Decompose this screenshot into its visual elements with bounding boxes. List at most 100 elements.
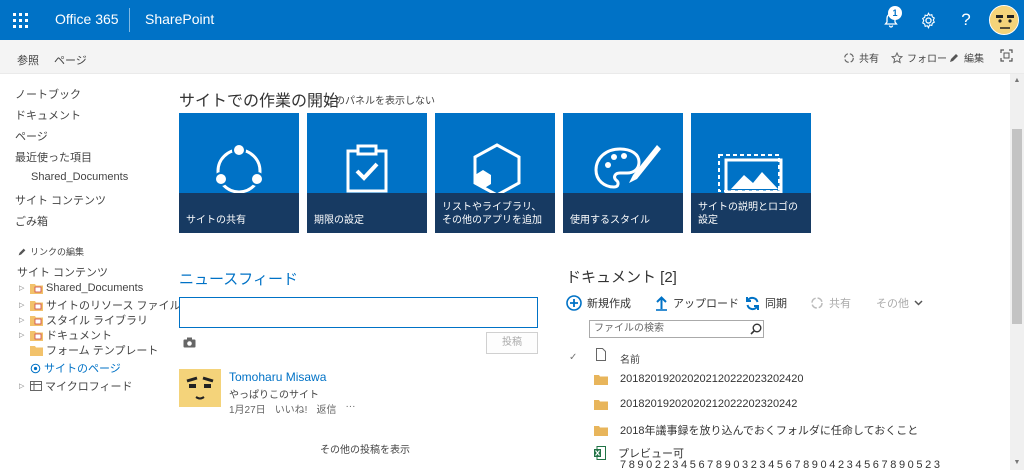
sync-button[interactable]: 同期 [745, 295, 787, 311]
search-icon[interactable] [750, 322, 762, 340]
edit-links-label: リンクの編集 [30, 247, 85, 257]
library-folder-icon [30, 330, 43, 341]
tile-share-site[interactable]: サイトの共有 [179, 113, 299, 233]
more-actions-button[interactable]: その他 [876, 295, 923, 311]
expand-arrow-icon[interactable]: ▷ [19, 382, 27, 390]
like-link[interactable]: いいね! [275, 401, 308, 416]
nav-recycle-bin[interactable]: ごみ箱 [15, 213, 48, 229]
edit-label: 編集 [964, 54, 984, 65]
select-all-checkmark-icon[interactable]: ✓ [569, 352, 577, 363]
post-button[interactable]: 投稿 [486, 332, 538, 354]
tree-item-shared-documents[interactable]: ▷ Shared_Documents [19, 282, 143, 294]
newsfeed-title[interactable]: ニュースフィード [179, 268, 298, 289]
hide-panel-link[interactable]: このパネルを表示しない [325, 92, 435, 107]
star-icon [891, 51, 903, 63]
tree-item-documents[interactable]: ▷ ドキュメント [19, 327, 112, 343]
expand-arrow-icon[interactable]: ▷ [19, 316, 27, 324]
upload-icon [656, 295, 667, 311]
share-button[interactable]: 共有 [843, 50, 879, 65]
reply-link[interactable]: 返信 [316, 401, 336, 416]
follow-button[interactable]: フォロー [891, 50, 947, 65]
file-search-input[interactable]: ファイルの検索 [589, 320, 764, 338]
tree-item-style-library[interactable]: ▷ スタイル ライブラリ [19, 312, 148, 328]
post-author-avatar[interactable] [179, 369, 221, 407]
tile-label: リストやライブラリ、その他のアプリを追加 [442, 202, 542, 226]
app-launcher-icon[interactable] [0, 0, 40, 40]
nav-site-contents[interactable]: サイト コンテンツ [15, 192, 106, 208]
column-header-name[interactable]: 名前 [620, 351, 640, 366]
tile-label: サイトの共有 [186, 215, 246, 226]
image-icon [718, 154, 783, 193]
expand-arrow-icon[interactable]: ▷ [19, 331, 27, 339]
share-icon [811, 297, 823, 309]
edit-links-button[interactable]: リンクの編集 [17, 245, 84, 258]
follow-label: フォロー [907, 54, 947, 65]
expand-arrow-icon[interactable]: ▷ [19, 301, 27, 309]
tree-item-site-resources[interactable]: ▷ サイトのリソース ファイル [19, 297, 181, 313]
gear-icon[interactable] [911, 0, 945, 40]
post-author-name[interactable]: Tomoharu Misawa [229, 370, 326, 384]
document-row[interactable]: 2018201920202021202220232024​20 [594, 373, 804, 385]
document-name[interactable]: 20182019202020212022202320242 [620, 398, 797, 410]
show-more-posts-link[interactable]: その他の投稿を表示 [320, 441, 410, 456]
library-folder-icon [30, 283, 43, 294]
scrollbar-thumb[interactable] [1012, 129, 1022, 324]
document-share-label: 共有 [829, 298, 851, 310]
document-name[interactable]: 2018201920202021202220232024​20 [620, 373, 804, 385]
folder-icon [594, 399, 608, 410]
newsfeed-post-input[interactable] [179, 297, 538, 328]
office365-link[interactable]: Office 365 [55, 11, 119, 27]
chevron-down-icon [914, 300, 923, 306]
sync-icon [746, 296, 759, 310]
document-name[interactable]: 2018年議事録を放り込んでおくフォルダに任命しておくこと [620, 422, 918, 438]
document-share-button[interactable]: 共有 [810, 295, 851, 311]
page-scrollbar[interactable]: ▲ ▼ [1010, 74, 1024, 470]
help-icon[interactable]: ? [949, 0, 983, 40]
nav-documents[interactable]: ドキュメント [15, 107, 81, 123]
tile-band [179, 193, 299, 233]
help-label: ? [961, 10, 971, 29]
tile-band [307, 193, 427, 233]
post-date[interactable]: 1月27日 [229, 401, 266, 416]
expand-arrow-icon[interactable]: ▷ [19, 284, 27, 292]
post-meta: 1月27日 いいね! 返信 ··· [229, 401, 355, 416]
folder-icon [594, 374, 608, 385]
tile-set-deadline[interactable]: 期限の設定 [307, 113, 427, 233]
brand-divider [129, 8, 130, 32]
tree-heading[interactable]: サイト コンテンツ [17, 264, 108, 280]
library-folder-icon [30, 315, 43, 326]
tree-item-form-templates[interactable]: フォーム テンプレート [30, 342, 158, 358]
share-icon [844, 52, 854, 63]
user-avatar[interactable] [989, 5, 1019, 35]
notification-badge: 1 [888, 6, 902, 20]
document-row[interactable]: 2018年議事録を放り込んでおくフォルダに任命しておくこと [594, 422, 918, 438]
edit-button[interactable]: 編集 [948, 50, 984, 65]
upload-button[interactable]: アップロード [655, 295, 739, 311]
nav-notebook[interactable]: ノートブック [15, 86, 81, 102]
documents-title[interactable]: ドキュメント [2] [566, 266, 677, 287]
tile-site-description-logo[interactable]: サイトの説明とロゴの設定 [691, 113, 811, 233]
tab-page[interactable]: ページ [54, 52, 87, 68]
tile-choose-style[interactable]: 使用するスタイル [563, 113, 683, 233]
tile-label: 期限の設定 [314, 215, 364, 226]
site-pages-icon [30, 363, 41, 373]
scroll-up-arrow-icon[interactable]: ▲ [1010, 74, 1024, 88]
tree-item-site-pages[interactable]: サイトのページ [30, 360, 121, 376]
nav-recent-shared-documents[interactable]: Shared_Documents [31, 171, 128, 183]
focus-mode-icon[interactable] [1000, 49, 1013, 62]
getting-started-title: サイトでの作業の開始 [179, 93, 340, 110]
sharepoint-link[interactable]: SharePoint [145, 11, 214, 27]
nav-recent[interactable]: 最近使った項目 [15, 149, 92, 165]
suite-bar: Office 365 SharePoint 1 ? [0, 0, 1024, 40]
new-document-button[interactable]: 新規作成 [566, 295, 631, 311]
nav-pages[interactable]: ページ [15, 128, 48, 144]
folder-icon [594, 425, 608, 436]
pencil-icon [950, 53, 958, 62]
document-row[interactable]: 20182019202020212022202320242 [594, 398, 797, 410]
tile-add-apps[interactable]: リストやライブラリ、その他のアプリを追加 [435, 113, 555, 233]
more-options-link[interactable]: ··· [345, 401, 355, 416]
scroll-down-arrow-icon[interactable]: ▼ [1010, 456, 1024, 470]
camera-icon[interactable] [183, 335, 196, 353]
tree-item-microfeed[interactable]: ▷ マイクロフィード [19, 378, 133, 394]
tab-browse[interactable]: 参照 [17, 52, 39, 68]
